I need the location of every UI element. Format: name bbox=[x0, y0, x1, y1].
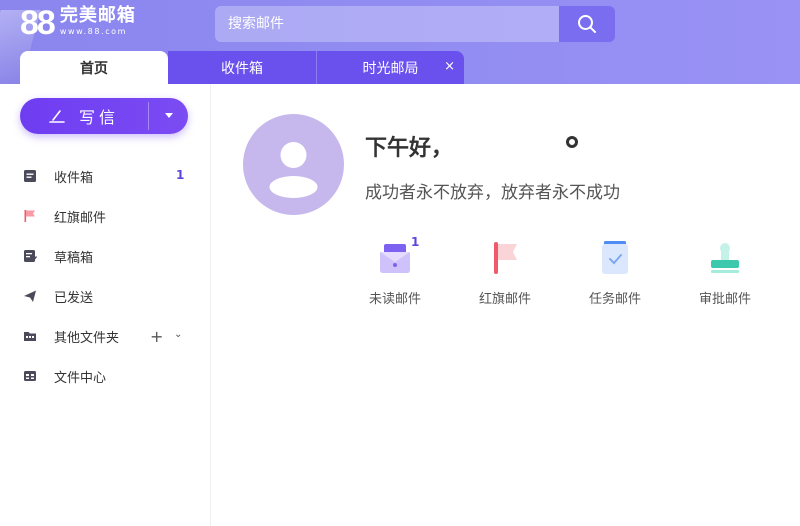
greeting-period bbox=[566, 136, 578, 148]
file-center-icon bbox=[23, 369, 37, 383]
sidebar-item-label: 已发送 bbox=[54, 290, 94, 306]
greeting-text: 下午好， bbox=[365, 136, 454, 161]
quick-approval-mail[interactable]: 审批邮件 bbox=[680, 238, 770, 307]
top-header: 88 完美邮箱 www.88.com 首页 收件箱 时光邮局 × bbox=[0, 0, 800, 84]
search-button[interactable] bbox=[559, 6, 615, 42]
sidebar-item-label: 文件中心 bbox=[54, 370, 107, 386]
quick-action-label: 任务邮件 bbox=[588, 292, 641, 307]
unread-count-badge: 1 bbox=[176, 168, 185, 182]
sent-icon bbox=[23, 289, 37, 303]
red-flag-icon bbox=[485, 238, 525, 278]
sidebar-item-label: 其他文件夹 bbox=[54, 330, 120, 346]
sidebar-item-drafts[interactable]: 草稿箱 bbox=[0, 236, 210, 276]
red-flag-icon bbox=[23, 209, 37, 223]
inbox-icon bbox=[23, 169, 37, 183]
quick-task-mail[interactable]: 任务邮件 bbox=[570, 238, 660, 307]
add-folder-button[interactable]: + bbox=[150, 327, 163, 346]
tab-home[interactable]: 首页 bbox=[20, 51, 168, 84]
sidebar-item-label: 草稿箱 bbox=[54, 250, 94, 266]
search-bar bbox=[215, 6, 615, 42]
logo-number: 88 bbox=[20, 4, 56, 42]
draft-icon bbox=[23, 249, 37, 263]
compose-label: 写信 bbox=[78, 108, 119, 127]
avatar[interactable] bbox=[243, 114, 344, 215]
folder-icon bbox=[23, 329, 37, 343]
chevron-down-icon[interactable]: ⌄ bbox=[174, 329, 182, 340]
search-input[interactable] bbox=[215, 6, 559, 42]
sidebar-item-other-folders[interactable]: 其他文件夹 + ⌄ bbox=[0, 316, 210, 356]
user-icon bbox=[269, 142, 318, 198]
compose-button-group: 写信 bbox=[20, 98, 188, 134]
folder-list: 收件箱 1 红旗邮件 草稿箱 已发送 其他文件夹 + ⌄ 文件中心 bbox=[0, 156, 210, 396]
quick-action-label: 审批邮件 bbox=[698, 292, 751, 307]
quick-action-label: 红旗邮件 bbox=[478, 292, 531, 307]
tab-time-post[interactable]: 时光邮局 × bbox=[316, 51, 464, 84]
caret-down-icon bbox=[164, 113, 173, 118]
sidebar-item-label: 红旗邮件 bbox=[54, 210, 107, 226]
close-icon[interactable]: × bbox=[444, 60, 455, 74]
unread-mail-icon: 1 bbox=[375, 235, 419, 278]
sidebar-item-inbox[interactable]: 收件箱 1 bbox=[0, 156, 210, 196]
search-icon bbox=[578, 15, 596, 33]
quick-action-label: 未读邮件 bbox=[368, 292, 421, 307]
logo-name: 完美邮箱 bbox=[59, 5, 136, 26]
approval-mail-icon bbox=[705, 238, 745, 278]
compose-dropdown[interactable] bbox=[149, 98, 188, 134]
sidebar: 写信 收件箱 1 红旗邮件 草稿箱 已发送 其他文件夹 + ⌄ 文件中心 bbox=[0, 84, 211, 526]
sidebar-item-file-center[interactable]: 文件中心 bbox=[0, 356, 210, 396]
tab-label: 首页 bbox=[80, 60, 108, 77]
logo-url: www.88.com bbox=[59, 27, 128, 36]
quick-red-flag-mail[interactable]: 红旗邮件 bbox=[460, 238, 550, 307]
motto-text: 成功者永不放弃，放弃者永不成功 bbox=[365, 183, 620, 203]
pen-icon bbox=[49, 110, 65, 123]
sidebar-item-label: 收件箱 bbox=[54, 170, 94, 186]
sidebar-item-red-flag[interactable]: 红旗邮件 bbox=[0, 196, 210, 236]
compose-button[interactable]: 写信 bbox=[20, 98, 148, 134]
tab-label: 时光邮局 bbox=[362, 60, 419, 77]
sidebar-item-sent[interactable]: 已发送 bbox=[0, 276, 210, 316]
task-mail-icon bbox=[595, 238, 635, 278]
tab-label: 收件箱 bbox=[221, 60, 263, 77]
tab-inbox[interactable]: 收件箱 bbox=[168, 51, 316, 84]
tab-bar: 首页 收件箱 时光邮局 × bbox=[20, 51, 464, 84]
quick-unread-mail[interactable]: 1 未读邮件 bbox=[350, 235, 440, 307]
logo[interactable]: 88 完美邮箱 www.88.com bbox=[20, 6, 136, 44]
unread-badge: 1 bbox=[411, 235, 420, 249]
